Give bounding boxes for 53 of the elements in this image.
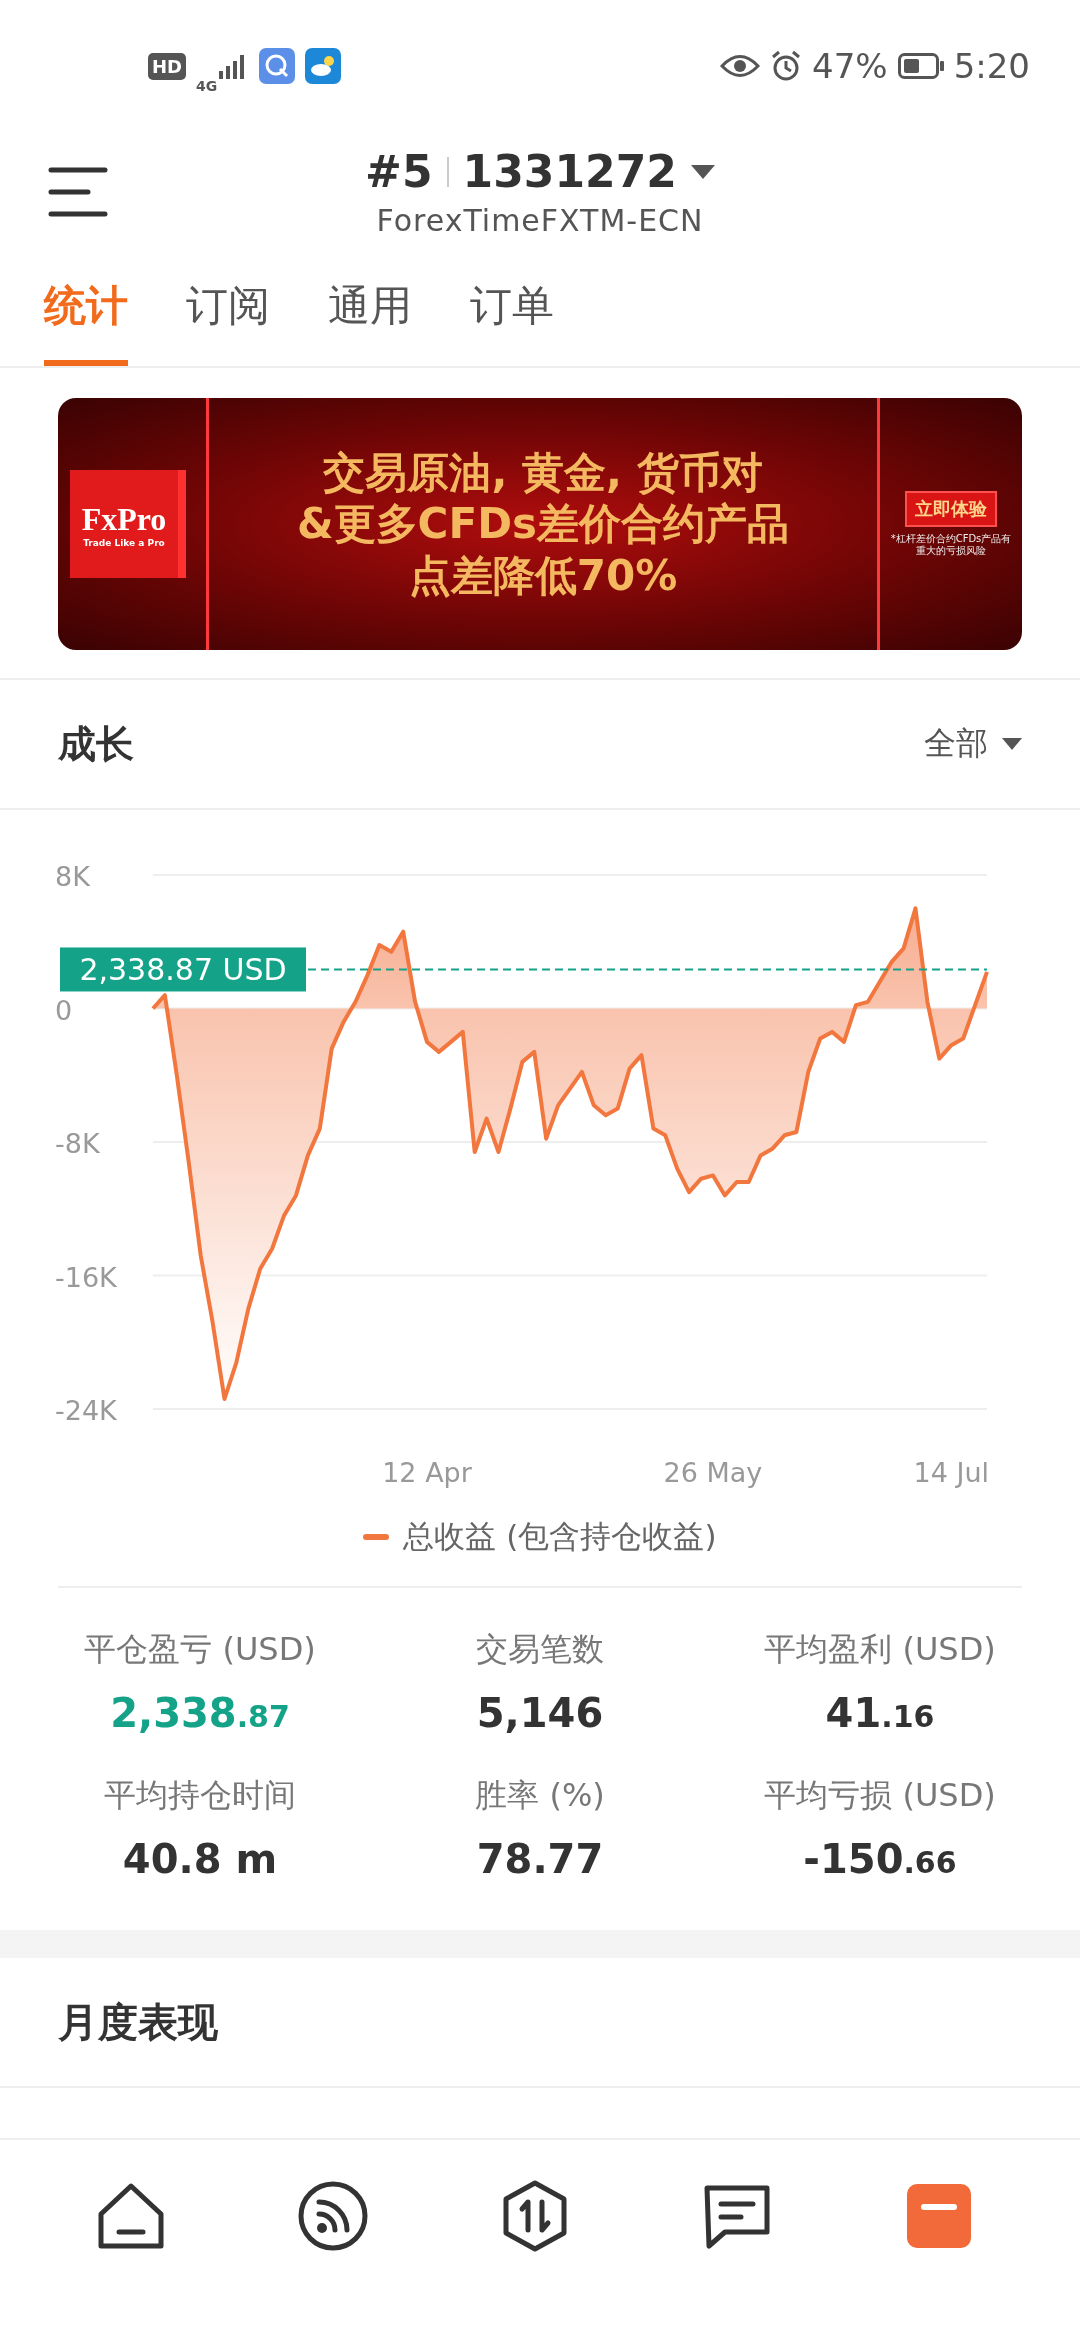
y-axis-label: 0: [55, 994, 73, 1026]
account-number[interactable]: 1331272: [462, 146, 677, 197]
stat-label: 平仓盈亏 (USD): [84, 1629, 316, 1670]
legend-label: 总收益 (包含持仓收益): [403, 1517, 717, 1556]
stat-label: 胜率 (%): [475, 1775, 605, 1816]
clock: 5:20: [953, 46, 1030, 86]
stat-value: -150.66: [803, 1836, 957, 1882]
stat-label: 平均亏损 (USD): [764, 1775, 996, 1816]
stat-value: 5,146: [476, 1690, 604, 1736]
balance-label: 2,338.87 USD: [60, 947, 306, 992]
stat-value: 41.16: [825, 1690, 935, 1736]
stat-label: 平均持仓时间: [104, 1775, 296, 1816]
eye-icon: [720, 53, 761, 79]
y-axis-label: 8K: [55, 861, 90, 892]
x-axis-label: 12 Apr: [382, 1457, 472, 1488]
battery-icon: [897, 53, 944, 79]
banner-headline: 点差降低70%: [408, 551, 678, 599]
app-icon: [259, 48, 296, 84]
range-dropdown[interactable]: 全部: [924, 722, 1022, 766]
risk-disclaimer: *杠杆差价合约CFDs产品有重大的亏损风险: [889, 533, 1013, 557]
try-now-button[interactable]: 立即体验: [905, 491, 997, 527]
network-type: 4G: [196, 78, 218, 94]
battery-percent: 47%: [812, 46, 888, 86]
stat-label: 平均盈利 (USD): [764, 1629, 996, 1670]
caret-icon[interactable]: [690, 164, 715, 179]
y-axis-label: -8K: [55, 1128, 100, 1159]
ad-banner[interactable]: FxPro Trade Like a Pro 交易原油, 黄金, 货币对 &更多CFDs差价合约产品 点差降低70% 立即体验 *杠杆差价合约CFDs产品有重大的亏损风险: [58, 398, 1022, 650]
signal-feed-icon[interactable]: [297, 2180, 369, 2252]
account-index: #5: [365, 146, 433, 197]
stat-value: 2,338.87: [110, 1690, 290, 1736]
x-axis-label: 14 Jul: [913, 1457, 989, 1488]
section-title: 月度表现: [58, 1997, 218, 2047]
x-axis-label: 26 May: [663, 1457, 763, 1488]
stat-value: 40.8 m: [122, 1836, 278, 1882]
tab[interactable]: 通用: [328, 278, 412, 366]
caret-icon[interactable]: [1002, 738, 1022, 750]
hd-badge: HD: [148, 52, 186, 80]
banner-headline: &更多CFDs差价合约产品: [297, 500, 789, 548]
tab[interactable]: 订单: [470, 278, 554, 366]
banner-headline: 交易原油, 黄金, 货币对: [323, 449, 763, 497]
logo-text: FxPro: [81, 500, 167, 538]
ref-line-label: 2,338.87 USD: [79, 952, 287, 988]
tab[interactable]: 订阅: [186, 278, 270, 366]
stat-value: 78.77: [476, 1836, 604, 1882]
y-axis-label: -16K: [55, 1261, 117, 1293]
stat-label: 交易笔数: [476, 1629, 604, 1670]
y-axis-label: -24K: [55, 1395, 117, 1426]
weather-icon: [305, 48, 342, 84]
alarm-icon: [770, 50, 803, 82]
logo-tagline: Trade Like a Pro: [83, 537, 165, 548]
server-name: ForexTimeFXTM-ECN: [376, 203, 704, 238]
section-title: 成长: [58, 720, 134, 768]
legend-swatch: [363, 1534, 390, 1540]
